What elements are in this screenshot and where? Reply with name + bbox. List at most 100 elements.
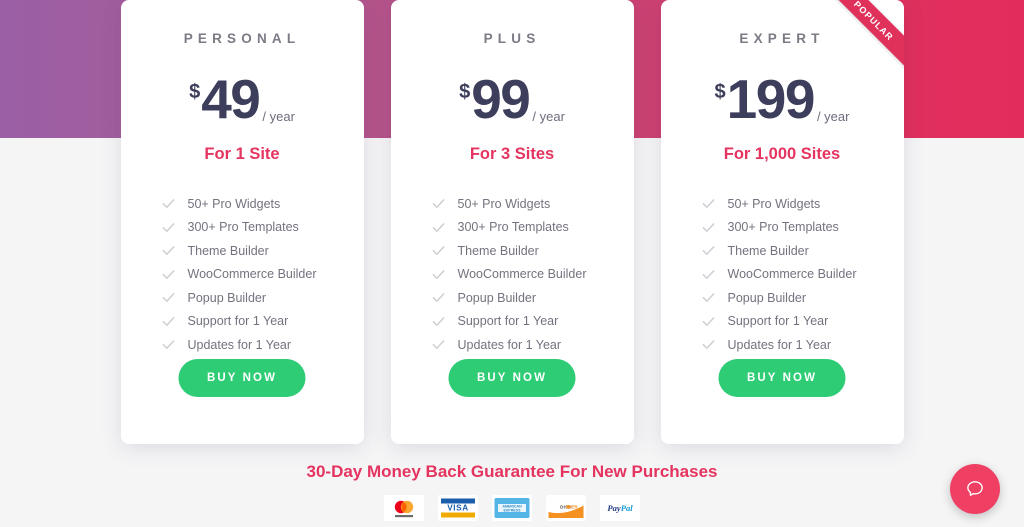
price-amount: 199 xyxy=(726,68,816,130)
svg-text:PayPal: PayPal xyxy=(607,503,633,513)
site-count-label: For 3 Sites xyxy=(469,145,555,163)
check-icon xyxy=(162,222,174,232)
list-item: 50+ Pro Widgets xyxy=(701,192,904,216)
list-item: Support for 1 Year xyxy=(701,310,904,334)
money-back-guarantee-text: 30-Day Money Back Guarantee For New Purc… xyxy=(306,462,718,481)
feature-label: Popup Builder xyxy=(187,290,267,305)
feature-label: Theme Builder xyxy=(727,243,809,258)
list-item: 300+ Pro Templates xyxy=(431,216,634,240)
chat-bubble-icon xyxy=(967,481,983,496)
payment-methods-row: VISA AMERICAN EXPRESS DISC VER PayPal xyxy=(0,495,1024,521)
buy-now-button[interactable]: BUY NOW xyxy=(718,359,846,397)
popular-ribbon: POPULAR xyxy=(820,0,904,74)
popular-ribbon-label: POPULAR xyxy=(851,0,896,43)
check-icon xyxy=(432,269,444,279)
check-icon xyxy=(432,293,444,303)
feature-label: Popup Builder xyxy=(727,290,807,305)
pricing-card-expert[interactable]: POPULAR EXPERT $ 199 / year For 1,000 Si… xyxy=(660,0,904,444)
list-item: 50+ Pro Widgets xyxy=(431,192,634,216)
price-block: $ 199 / year xyxy=(714,68,850,130)
price-block: $ 99 / year xyxy=(459,68,565,130)
check-icon xyxy=(432,246,444,256)
feature-label: 300+ Pro Templates xyxy=(727,220,839,235)
price-block: $ 49 / year xyxy=(189,68,295,130)
price-amount: 49 xyxy=(201,68,261,130)
feature-list: 50+ Pro Widgets 300+ Pro Templates Theme… xyxy=(661,192,904,357)
price-amount: 99 xyxy=(471,68,531,130)
paypal-logo: PayPal xyxy=(600,495,640,521)
currency-symbol: $ xyxy=(189,81,201,103)
check-icon xyxy=(162,246,174,256)
billing-period: / year xyxy=(532,109,565,124)
feature-label: WooCommerce Builder xyxy=(727,267,857,282)
feature-list: 50+ Pro Widgets 300+ Pro Templates Theme… xyxy=(391,192,634,357)
feature-label: Support for 1 Year xyxy=(457,314,559,329)
feature-label: WooCommerce Builder xyxy=(187,267,317,282)
help-beacon-button[interactable] xyxy=(950,464,1000,514)
check-icon xyxy=(702,246,714,256)
check-icon xyxy=(702,199,714,209)
feature-label: WooCommerce Builder xyxy=(457,267,587,282)
check-icon xyxy=(162,269,174,279)
feature-label: Updates for 1 Year xyxy=(187,337,292,352)
check-icon xyxy=(432,340,444,350)
check-icon xyxy=(702,293,714,303)
pricing-cards-container: PERSONAL $ 49 / year For 1 Site 50+ Pro … xyxy=(0,0,1024,444)
list-item: Popup Builder xyxy=(431,286,634,310)
list-item: Theme Builder xyxy=(431,239,634,263)
feature-label: 50+ Pro Widgets xyxy=(727,196,821,211)
feature-label: Support for 1 Year xyxy=(187,314,289,329)
site-count-label: For 1,000 Sites xyxy=(723,145,841,163)
list-item: Support for 1 Year xyxy=(161,310,364,334)
feature-label: 300+ Pro Templates xyxy=(457,220,569,235)
svg-text:EXPRESS: EXPRESS xyxy=(504,508,522,512)
site-count-label: For 1 Site xyxy=(204,145,280,163)
svg-text:VISA: VISA xyxy=(447,504,469,513)
amex-logo: AMERICAN EXPRESS xyxy=(492,495,532,521)
buy-now-button[interactable]: BUY NOW xyxy=(448,359,576,397)
list-item: Popup Builder xyxy=(161,286,364,310)
feature-label: Theme Builder xyxy=(187,243,269,258)
list-item: WooCommerce Builder xyxy=(701,263,904,287)
check-icon xyxy=(162,199,174,209)
check-icon xyxy=(162,340,174,350)
list-item: Updates for 1 Year xyxy=(701,333,904,357)
plan-name: EXPERT xyxy=(739,31,825,46)
billing-period: / year xyxy=(816,109,850,124)
feature-label: Updates for 1 Year xyxy=(727,337,832,352)
list-item: Theme Builder xyxy=(161,239,364,263)
feature-label: 50+ Pro Widgets xyxy=(187,196,281,211)
list-item: Popup Builder xyxy=(701,286,904,310)
billing-period: / year xyxy=(262,109,295,124)
currency-symbol: $ xyxy=(459,81,471,103)
check-icon xyxy=(702,222,714,232)
currency-symbol: $ xyxy=(714,81,726,103)
list-item: 300+ Pro Templates xyxy=(161,216,364,240)
list-item: Support for 1 Year xyxy=(431,310,634,334)
feature-list: 50+ Pro Widgets 300+ Pro Templates Theme… xyxy=(121,192,364,357)
check-icon xyxy=(702,269,714,279)
list-item: Theme Builder xyxy=(701,239,904,263)
list-item: 300+ Pro Templates xyxy=(701,216,904,240)
check-icon xyxy=(432,316,444,326)
check-icon xyxy=(162,316,174,326)
check-icon xyxy=(702,316,714,326)
check-icon xyxy=(702,340,714,350)
list-item: Updates for 1 Year xyxy=(431,333,634,357)
list-item: WooCommerce Builder xyxy=(431,263,634,287)
list-item: WooCommerce Builder xyxy=(161,263,364,287)
feature-label: Popup Builder xyxy=(457,290,537,305)
check-icon xyxy=(162,293,174,303)
list-item: Updates for 1 Year xyxy=(161,333,364,357)
feature-label: Theme Builder xyxy=(457,243,539,258)
plan-name: PERSONAL xyxy=(183,31,301,46)
buy-now-button[interactable]: BUY NOW xyxy=(178,359,306,397)
visa-logo: VISA xyxy=(438,495,478,521)
footer-section: 30-Day Money Back Guarantee For New Purc… xyxy=(0,462,1024,521)
pricing-card-personal[interactable]: PERSONAL $ 49 / year For 1 Site 50+ Pro … xyxy=(120,0,364,444)
check-icon xyxy=(432,199,444,209)
pricing-card-plus[interactable]: PLUS $ 99 / year For 3 Sites 50+ Pro Wid… xyxy=(390,0,634,444)
list-item: 50+ Pro Widgets xyxy=(161,192,364,216)
feature-label: 50+ Pro Widgets xyxy=(457,196,551,211)
feature-label: Support for 1 Year xyxy=(727,314,829,329)
